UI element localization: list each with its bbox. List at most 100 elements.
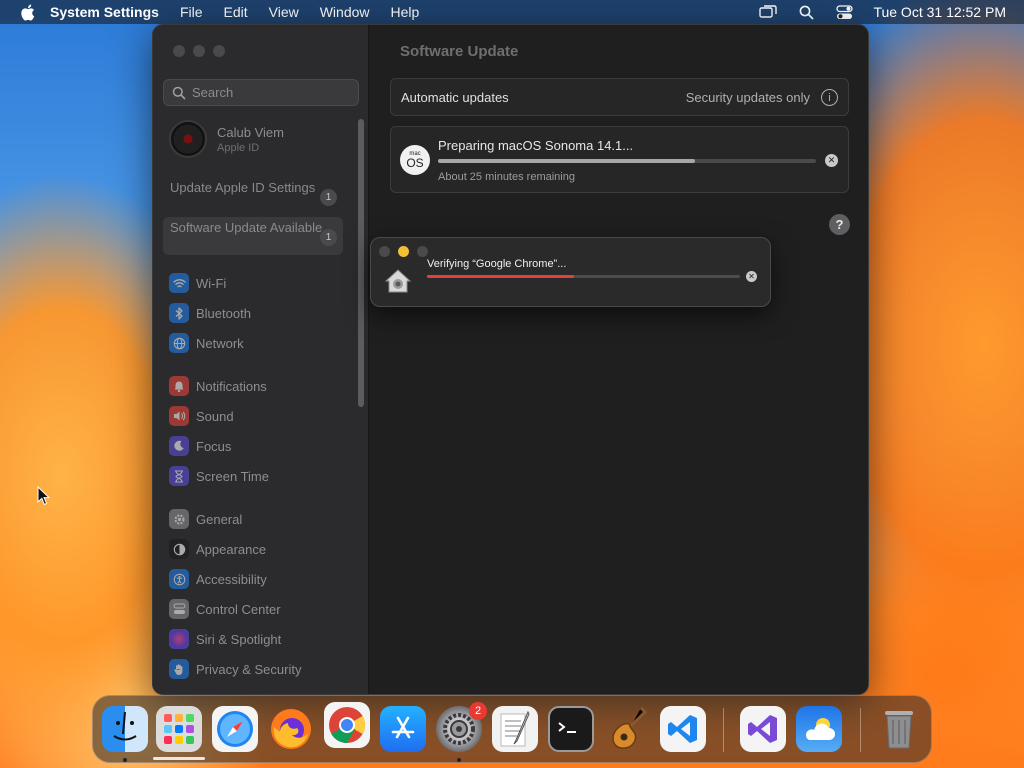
accessibility-icon	[169, 569, 189, 589]
menu-window[interactable]: Window	[320, 4, 370, 20]
apple-menu-icon[interactable]	[18, 3, 36, 21]
menu-app-name[interactable]: System Settings	[50, 4, 159, 20]
hourglass-icon	[169, 466, 189, 486]
garageband-icon[interactable]	[604, 706, 650, 752]
gear-icon	[169, 509, 189, 529]
dock-separator	[723, 708, 724, 752]
update-title: Preparing macOS Sonoma 14.1...	[438, 138, 634, 153]
sidebar-item-wifi[interactable]: Wi-Fi	[169, 272, 226, 294]
appearance-icon	[169, 539, 189, 559]
sidebar-item-label: Siri & Spotlight	[196, 631, 282, 647]
sidebar-item-label: General	[196, 511, 243, 527]
app-store-icon[interactable]	[380, 706, 426, 752]
dialog-window-controls	[379, 246, 428, 257]
globe-icon	[169, 333, 189, 353]
notice-label: Software Update Available	[170, 220, 323, 235]
dialog-close-button[interactable]	[379, 246, 390, 257]
sidebar-item-siri-spotlight[interactable]: Siri & Spotlight	[169, 628, 281, 650]
sidebar-scrollbar[interactable]	[358, 119, 364, 407]
menu-edit[interactable]: Edit	[224, 4, 248, 20]
trash-icon[interactable]	[876, 706, 922, 752]
macos-icon: mac OS	[400, 145, 430, 175]
control-center-icon	[169, 599, 189, 619]
terminal-icon[interactable]	[548, 706, 594, 752]
update-progress-bar	[438, 159, 816, 163]
sidebar-item-label: Wi-Fi	[196, 275, 227, 291]
content-pane: Software Update Automatic updates Securi…	[370, 25, 868, 694]
wifi-icon	[169, 273, 189, 293]
sidebar-item-label: Notifications	[196, 378, 267, 394]
sidebar-item-sound[interactable]: Sound	[169, 405, 234, 427]
bell-icon	[169, 376, 189, 396]
verifying-progress-fill	[427, 275, 575, 278]
sidebar-item-label: Screen Time	[196, 468, 269, 484]
launchpad-indicator	[153, 757, 205, 760]
visual-studio-icon[interactable]	[740, 706, 786, 752]
sidebar-item-label: Bluetooth	[196, 305, 251, 321]
update-apple-id-settings[interactable]: Update Apple ID Settings 1	[163, 177, 343, 215]
textedit-icon[interactable]	[492, 706, 538, 752]
sidebar-item-appearance[interactable]: Appearance	[169, 538, 266, 560]
update-progress-fill	[438, 159, 696, 163]
update-progress-card: mac OS Preparing macOS Sonoma 14.1... Ab…	[390, 126, 849, 193]
bluetooth-icon	[169, 303, 189, 323]
sidebar-item-bluetooth[interactable]: Bluetooth	[169, 302, 251, 324]
safari-icon[interactable]	[212, 706, 258, 752]
hand-icon	[169, 659, 189, 679]
sidebar-item-accessibility[interactable]: Accessibility	[169, 568, 267, 590]
menu-file[interactable]: File	[180, 4, 203, 20]
launchpad-icon[interactable]	[156, 706, 202, 752]
menu-view[interactable]: View	[269, 4, 299, 20]
sidebar-item-screen-time[interactable]: Screen Time	[169, 465, 269, 487]
chrome-icon[interactable]	[324, 702, 370, 748]
moon-icon	[169, 436, 189, 456]
spotlight-search-icon[interactable]	[797, 4, 815, 20]
sidebar-item-label: Control Center	[196, 601, 281, 617]
sidebar-item-privacy-security[interactable]: Privacy & Security	[169, 658, 301, 680]
vscode-icon[interactable]	[660, 706, 706, 752]
cancel-update-button[interactable]: ✕	[825, 154, 838, 167]
zoom-window-button[interactable]	[213, 45, 225, 57]
dialog-zoom-button[interactable]	[417, 246, 428, 257]
system-settings-window: Search Calub Viem Apple ID Update Apple …	[152, 24, 869, 695]
notice-badge: 1	[320, 189, 337, 206]
sidebar-item-notifications[interactable]: Notifications	[169, 375, 267, 397]
sidebar-item-label: Focus	[196, 438, 232, 454]
control-center-icon[interactable]	[835, 4, 853, 20]
info-icon[interactable]: i	[821, 89, 838, 106]
screen-mirroring-icon[interactable]	[759, 4, 778, 20]
search-icon	[172, 86, 186, 99]
verifying-text: Verifying “Google Chrome”...	[427, 258, 567, 270]
sidebar-item-label: Privacy & Security	[196, 661, 302, 677]
finder-icon[interactable]	[102, 706, 148, 752]
cancel-verifying-button[interactable]: ✕	[746, 271, 757, 282]
installer-house-icon	[384, 269, 412, 293]
dock: 2	[92, 695, 932, 763]
menu-help[interactable]: Help	[391, 4, 420, 20]
menu-clock[interactable]: Tue Oct 31 12:52 PM	[873, 4, 1006, 20]
close-window-button[interactable]	[173, 45, 185, 57]
sidebar-item-focus[interactable]: Focus	[169, 435, 231, 457]
sidebar-item-network[interactable]: Network	[169, 332, 244, 354]
mouse-cursor-icon	[37, 486, 51, 506]
automatic-updates-label: Automatic updates	[401, 90, 509, 105]
software-update-available[interactable]: Software Update Available 1	[163, 217, 343, 255]
apple-id-profile[interactable]: Calub Viem Apple ID	[169, 120, 284, 158]
minimize-window-button[interactable]	[193, 45, 205, 57]
sidebar-item-label: Appearance	[196, 541, 267, 557]
sidebar-item-control-center[interactable]: Control Center	[169, 598, 281, 620]
finder-running-indicator	[123, 758, 127, 762]
search-field[interactable]: Search	[163, 79, 359, 106]
sidebar-item-label: Sound	[196, 408, 234, 424]
help-button[interactable]: ?	[829, 214, 850, 235]
verifying-progress-bar	[427, 275, 740, 278]
window-controls	[173, 45, 225, 57]
notice-label: Update Apple ID Settings	[170, 180, 316, 195]
firefox-icon[interactable]	[268, 706, 314, 752]
search-placeholder: Search	[192, 85, 234, 100]
dialog-minimize-button[interactable]	[398, 246, 409, 257]
update-time-remaining: About 25 minutes remaining	[438, 171, 575, 183]
weather-icon[interactable]	[796, 706, 842, 752]
sidebar-item-general[interactable]: General	[169, 508, 242, 530]
profile-subtitle: Apple ID	[217, 141, 260, 154]
